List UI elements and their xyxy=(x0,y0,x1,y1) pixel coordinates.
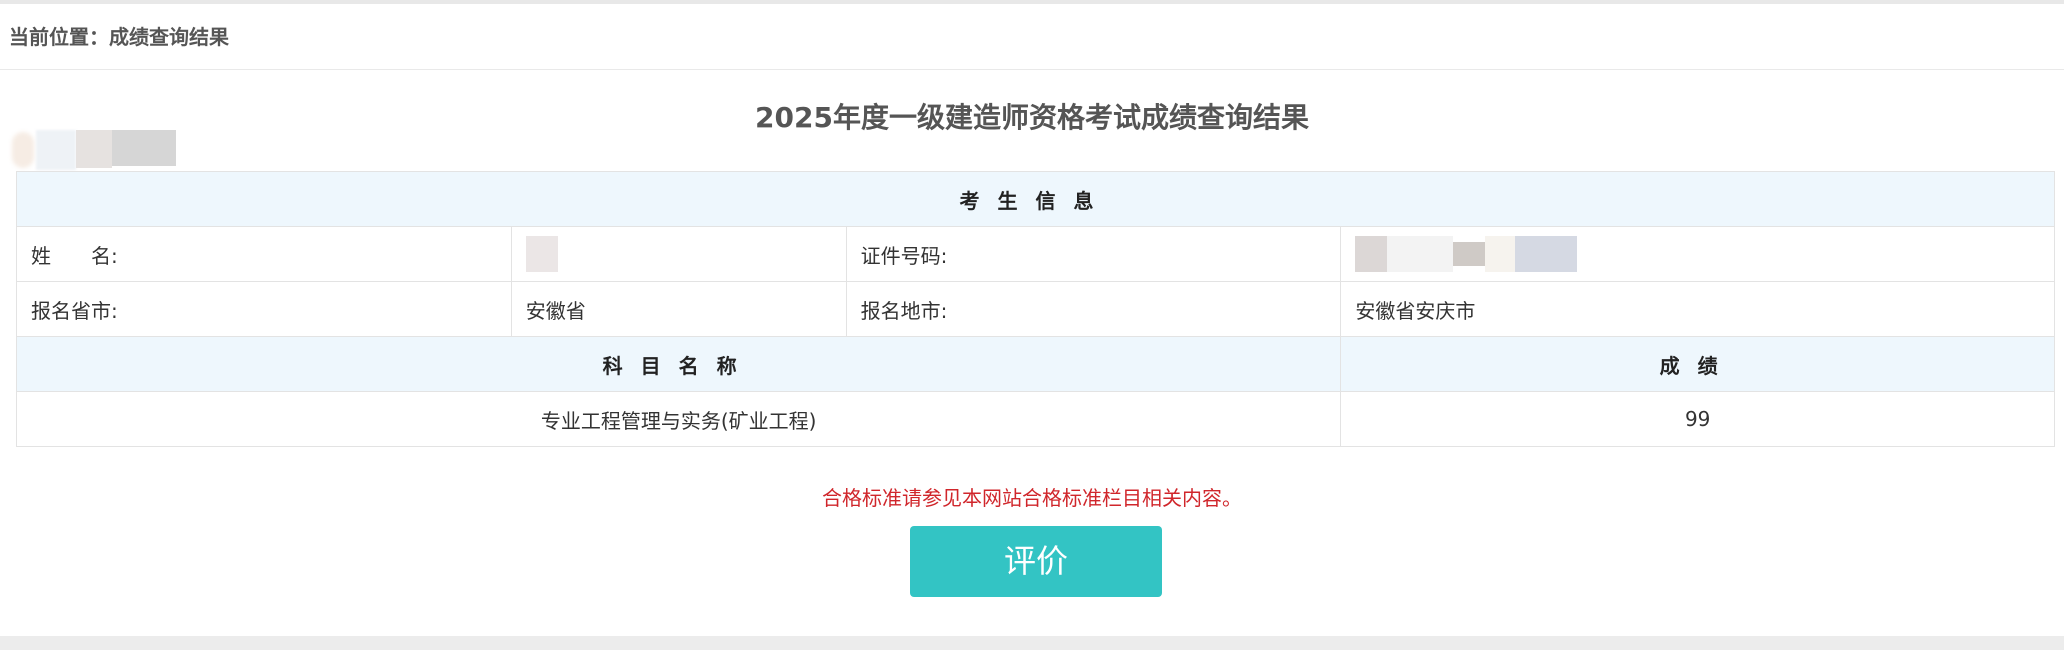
subject-header-row: 科目名称 成绩 xyxy=(15,336,2055,392)
table-row: 报名省市: 安徽省 报名地市: 安徽省安庆市 xyxy=(16,281,2055,337)
table-row: 姓 名: 证件号码: xyxy=(16,226,2055,282)
city-value: 安徽省安庆市 xyxy=(1340,281,2055,337)
score-header: 成绩 xyxy=(1340,336,2055,392)
subject-header: 科目名称 xyxy=(15,336,1342,392)
id-redaction xyxy=(1485,236,1516,272)
subject-name: 专业工程管理与实务(矿业工程) xyxy=(15,391,1342,447)
name-redaction xyxy=(525,236,558,272)
breadcrumb: 当前位置：成绩查询结果 xyxy=(0,4,2064,70)
id-value xyxy=(1340,226,2055,282)
page-title: 2025年度一级建造师资格考试成绩查询结果 xyxy=(755,101,1309,134)
score-table: 考生信息 姓 名: 证件号码: 报名省市: 安徽省 报名地市: 安徽省安庆市 科… xyxy=(15,171,2055,447)
table-row: 专业工程管理与实务(矿业工程) 99 xyxy=(15,391,2055,447)
city-label: 报名地市: xyxy=(845,281,1342,337)
id-redaction xyxy=(1515,236,1578,272)
id-redaction xyxy=(1453,242,1486,266)
avatar-redacted xyxy=(12,130,192,170)
candidate-info-header: 考生信息 xyxy=(16,171,2055,227)
subject-score: 99 xyxy=(1340,391,2055,447)
id-redaction xyxy=(1387,236,1454,272)
name-label: 姓 名: xyxy=(16,226,512,282)
province-value: 安徽省 xyxy=(510,281,847,337)
bottom-bar xyxy=(0,636,2064,650)
evaluate-button[interactable]: 评价 xyxy=(910,526,1162,597)
name-value xyxy=(510,226,847,282)
id-redaction xyxy=(1355,236,1388,272)
candidate-info-header-row: 考生信息 xyxy=(16,171,2055,227)
pass-standard-note: 合格标准请参见本网站合格标准栏目相关内容。 xyxy=(822,486,1242,510)
province-label: 报名省市: xyxy=(16,281,512,337)
id-label: 证件号码: xyxy=(845,226,1342,282)
